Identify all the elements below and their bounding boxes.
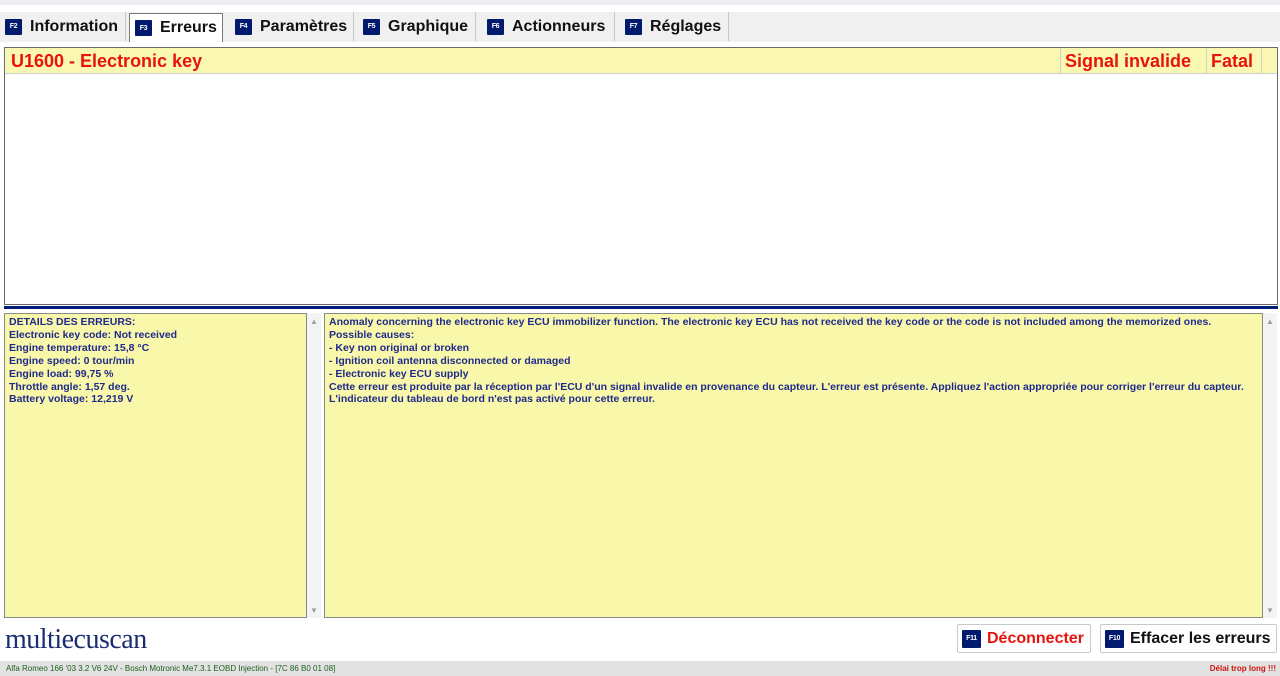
tab-reglages[interactable]: F7 Réglages: [620, 12, 729, 41]
details-line: Engine speed: 0 tour/min: [9, 354, 135, 367]
error-list[interactable]: U1600 - Electronic key Signal invalide F…: [4, 47, 1278, 305]
error-row[interactable]: U1600 - Electronic key Signal invalide F…: [5, 48, 1277, 74]
f10-key-icon: F10: [1105, 629, 1124, 648]
f5-key-icon: F5: [363, 18, 380, 35]
scroll-down-icon[interactable]: ▼: [310, 606, 318, 615]
details-line: Engine load: 99,75 %: [9, 367, 114, 380]
f4-key-icon: F4: [235, 18, 252, 35]
details-scrollbar[interactable]: ▲ ▼: [307, 313, 321, 618]
tab-reglages-label: Réglages: [650, 17, 722, 35]
scroll-down-icon[interactable]: ▼: [1266, 606, 1274, 615]
clear-errors-button[interactable]: F10 Effacer les erreurs: [1100, 624, 1277, 653]
details-line: Electronic key code: Not received: [9, 328, 178, 341]
description-line: Cette erreur est produite par la récepti…: [329, 380, 1247, 406]
f11-key-icon: F11: [962, 629, 981, 648]
error-description-panel[interactable]: Anomaly concerning the electronic key EC…: [324, 313, 1263, 618]
description-line: Possible causes:: [329, 328, 415, 341]
scroll-up-icon[interactable]: ▲: [310, 317, 318, 326]
f7-key-icon: F7: [625, 18, 642, 35]
tab-bar: F2 Information F3 Erreurs F4 Paramètres …: [0, 12, 1280, 42]
error-severity: Fatal: [1206, 48, 1262, 73]
scroll-up-icon[interactable]: ▲: [1266, 317, 1274, 326]
details-line: Throttle angle: 1,57 deg.: [9, 380, 130, 393]
f6-key-icon: F6: [487, 18, 504, 35]
error-details-panel[interactable]: DETAILS DES ERREURS: Electronic key code…: [4, 313, 307, 618]
status-bar: Alfa Romeo 166 '03 3.2 V6 24V - Bosch Mo…: [0, 661, 1280, 676]
tab-erreurs[interactable]: F3 Erreurs: [129, 13, 223, 42]
disconnect-button[interactable]: F11 Déconnecter: [957, 624, 1091, 653]
tab-actionneurs-label: Actionneurs: [512, 17, 606, 35]
error-signal: Signal invalide: [1060, 48, 1206, 73]
tab-actionneurs[interactable]: F6 Actionneurs: [482, 12, 615, 41]
tab-information[interactable]: F2 Information: [0, 12, 126, 41]
tab-erreurs-label: Erreurs: [160, 19, 217, 36]
tab-graphique-label: Graphique: [388, 17, 469, 35]
f2-key-icon: F2: [5, 18, 22, 35]
tab-parametres[interactable]: F4 Paramètres: [230, 12, 354, 41]
window-top-strip: [0, 0, 1280, 5]
splitter[interactable]: [4, 306, 1278, 309]
description-line: - Electronic key ECU supply: [329, 367, 469, 380]
app-logo: multiecuscan: [5, 624, 147, 655]
description-line: Anomaly concerning the electronic key EC…: [329, 316, 1212, 328]
description-scrollbar[interactable]: ▲ ▼: [1263, 313, 1277, 618]
description-line: - Ignition coil antenna disconnected or …: [329, 354, 571, 367]
details-line: Battery voltage: 12,219 V: [9, 393, 134, 406]
tab-graphique[interactable]: F5 Graphique: [358, 12, 476, 41]
disconnect-label: Déconnecter: [987, 629, 1084, 647]
vehicle-info: Alfa Romeo 166 '03 3.2 V6 24V - Bosch Mo…: [6, 664, 336, 673]
details-line: Engine temperature: 15,8 °C: [9, 341, 150, 354]
details-line: DETAILS DES ERREURS:: [9, 316, 136, 328]
status-message: Délai trop long !!!: [1209, 664, 1276, 673]
tab-information-label: Information: [30, 17, 118, 35]
tab-parametres-label: Paramètres: [260, 17, 348, 35]
clear-errors-label: Effacer les erreurs: [1130, 629, 1271, 647]
f3-key-icon: F3: [135, 20, 152, 36]
description-line: - Key non original or broken: [329, 341, 470, 354]
error-code: U1600 - Electronic key: [11, 51, 203, 71]
